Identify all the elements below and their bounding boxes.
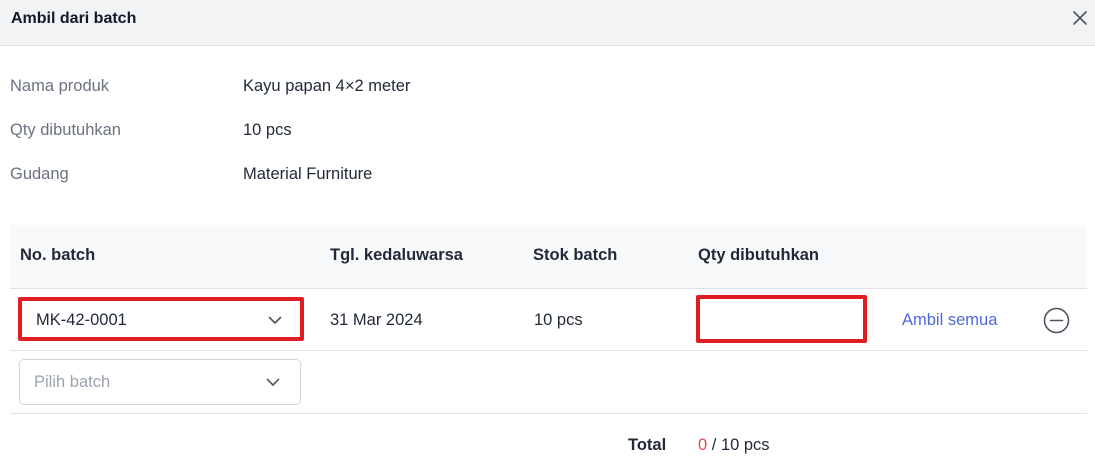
- qty-needed-label: Qty dibutuhkan: [10, 121, 121, 139]
- table-header: No. batch Tgl. kedaluwarsa Stok batch Qt…: [10, 225, 1087, 289]
- batch-stock: 10 pcs: [534, 311, 583, 329]
- total-label: Total: [628, 436, 667, 454]
- expiry-date: 31 Mar 2024: [330, 311, 423, 329]
- new-batch-select[interactable]: Pilih batch: [19, 359, 301, 405]
- modal-header: Ambil dari batch: [0, 0, 1095, 46]
- close-icon[interactable]: [1071, 9, 1089, 27]
- header-qty: Qty dibutuhkan: [698, 246, 819, 264]
- chevron-down-icon: [268, 316, 282, 324]
- qty-needed-value: 10 pcs: [243, 121, 292, 139]
- total-rest: / 10 pcs: [707, 436, 770, 454]
- new-batch-placeholder: Pilih batch: [34, 373, 111, 391]
- warehouse-value: Material Furniture: [243, 165, 373, 183]
- batch-select[interactable]: MK-42-0001: [18, 297, 304, 341]
- minus-circle-icon[interactable]: [1043, 307, 1070, 334]
- header-batch: No. batch: [20, 246, 96, 264]
- chevron-down-icon: [266, 378, 280, 386]
- qty-input[interactable]: [696, 295, 867, 343]
- modal-title: Ambil dari batch: [11, 10, 137, 27]
- product-name-label: Nama produk: [10, 77, 110, 95]
- take-all-link[interactable]: Ambil semua: [902, 311, 997, 330]
- header-stock: Stok batch: [533, 246, 618, 264]
- total-value: 0 / 10 pcs: [698, 436, 770, 455]
- warehouse-label: Gudang: [10, 165, 69, 183]
- total-current: 0: [698, 436, 708, 454]
- header-expiry: Tgl. kedaluwarsa: [330, 246, 463, 264]
- batch-select-value: MK-42-0001: [36, 311, 127, 329]
- product-name-value: Kayu papan 4×2 meter: [243, 77, 411, 95]
